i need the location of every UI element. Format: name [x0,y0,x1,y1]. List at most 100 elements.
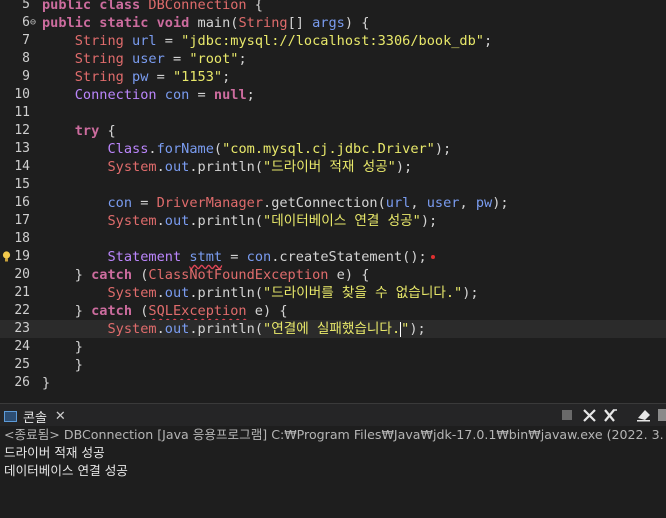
code-line[interactable]: 20 } catch (ClassNotFoundException e) { [0,266,666,284]
code-token: . [156,321,165,337]
close-icon[interactable]: ✕ [55,409,66,424]
code-text[interactable]: System.out.println("드라이버를 찾을 수 없습니다."); [42,284,479,302]
code-text[interactable]: Statement stmt = con.createStatement(); [42,248,435,266]
code-token: } [42,267,92,283]
code-text[interactable]: } [42,338,83,356]
code-text[interactable]: } catch (ClassNotFoundException e) { [42,266,370,284]
code-token: .println( [189,321,264,337]
code-token: = [156,33,182,49]
more-icon[interactable] [656,408,666,422]
code-token: user [426,195,460,211]
code-line[interactable]: 6 ⊖ public static void main(String[] args)… [0,14,666,32]
code-line[interactable]: 25 } [0,356,666,374]
code-line[interactable]: 23 System.out.println("연결에 실패했습니다."); [0,320,666,338]
tab-console[interactable]: 콘솔 ✕ [4,406,66,426]
code-line[interactable]: 26} [0,374,666,392]
code-text[interactable]: public class DBConnection { [42,0,263,14]
fold-toggle-icon[interactable]: ⊖ [30,14,36,32]
code-token: "드라이버를 찾을 수 없습니다." [263,285,463,301]
code-line[interactable]: 17 System.out.println("데이터베이스 연결 성공"); [0,212,666,230]
code-line[interactable]: 9 String pw = "1153"; [0,68,666,86]
stop-icon[interactable] [560,408,574,422]
remove-all-icon[interactable] [604,408,618,422]
code-text[interactable]: System.out.println("데이터베이스 연결 성공"); [42,212,437,230]
code-token: catch [91,303,133,319]
code-text[interactable]: System.out.println("드라이버 적재 성공"); [42,158,412,176]
code-line[interactable]: 19 Statement stmt = con.createStatement(… [0,248,666,266]
line-number: 15 [14,177,30,192]
code-editor[interactable]: 5 public class DBConnection {6 ⊖ public sta… [0,0,666,397]
code-line[interactable]: 14 System.out.println("드라이버 적재 성공"); [0,158,666,176]
code-token: con [164,87,190,103]
code-token: e) { [328,267,370,283]
code-text[interactable]: String url = "jdbc:mysql://localhost:330… [42,32,492,50]
code-token: ); [434,141,452,157]
code-token: ( [132,303,149,319]
code-token: catch [91,267,133,283]
code-text[interactable]: } catch (SQLException e) { [42,302,288,320]
line-number: 11 [14,105,30,120]
code-token: "데이터베이스 연결 성공" [263,213,421,229]
console-output[interactable]: 드라이버 적재 성공 데이터베이스 연결 성공 [0,444,666,518]
code-token: public [42,0,92,13]
code-token: System [107,321,157,337]
code-token: Connection [74,87,157,103]
code-text[interactable]: } [42,356,83,374]
code-token: con [107,195,133,211]
code-text[interactable]: Class.forName("com.mysql.cj.jdbc.Driver"… [42,140,451,158]
remove-launch-icon[interactable] [582,408,596,422]
code-text[interactable]: public static void main(String[] args) { [42,14,369,32]
code-token: , [410,195,427,211]
code-token: , [459,195,476,211]
code-token: "jdbc:mysql://localhost:3306/book_db" [181,33,484,49]
code-line[interactable]: 22 } catch (SQLException e) { [0,302,666,320]
code-token: ; [246,87,255,103]
code-token: String [74,69,124,85]
code-line[interactable]: 10 Connection con = null; [0,86,666,104]
console-view-header: 콘솔 ✕ [0,403,666,426]
line-number: 24 [14,339,30,354]
code-line[interactable]: 8 String user = "root"; [0,50,666,68]
code-text[interactable]: String pw = "1153"; [42,68,231,86]
code-text[interactable]: } [42,374,50,392]
line-number: 9 [22,69,30,84]
line-number: 12 [14,123,30,138]
code-token: = [222,249,247,265]
line-number: 14 [14,159,30,174]
code-line[interactable]: 13 Class.forName("com.mysql.cj.jdbc.Driv… [0,140,666,158]
line-number: 16 [14,195,30,210]
code-token: .println( [189,159,264,175]
code-text[interactable]: try { [42,122,116,140]
code-line[interactable]: 5 public class DBConnection { [0,0,666,14]
code-token: forName [156,141,214,157]
code-token: ); [462,285,479,301]
code-token: stmt [189,249,223,265]
code-line[interactable]: 16 con = DriverManager.getConnection(url… [0,194,666,212]
code-token: . [156,285,165,301]
code-text[interactable]: String user = "root"; [42,50,247,68]
code-token: .println( [189,285,264,301]
code-line[interactable]: 11 [0,104,666,122]
line-number: 13 [14,141,30,156]
code-token: .println( [189,213,264,229]
code-text[interactable]: con = DriverManager.getConnection(url, u… [42,194,508,212]
quickfix-lightbulb-icon[interactable] [2,251,11,262]
code-line[interactable]: 12 try { [0,122,666,140]
code-text[interactable]: System.out.println("연결에 실패했습니다."); [42,320,425,338]
code-line[interactable]: 18 [0,230,666,248]
clear-console-icon[interactable] [636,408,650,422]
code-token: String [74,51,124,67]
line-number: 6 [22,15,30,30]
code-token: try [74,123,100,139]
code-line[interactable]: 24 } [0,338,666,356]
code-line[interactable]: 7 String url = "jdbc:mysql://localhost:3… [0,32,666,50]
line-number: 10 [14,87,30,102]
code-line[interactable]: 21 System.out.println("드라이버를 찾을 수 없습니다."… [0,284,666,302]
code-text[interactable]: Connection con = null; [42,86,255,104]
code-line[interactable]: 15 [0,176,666,194]
